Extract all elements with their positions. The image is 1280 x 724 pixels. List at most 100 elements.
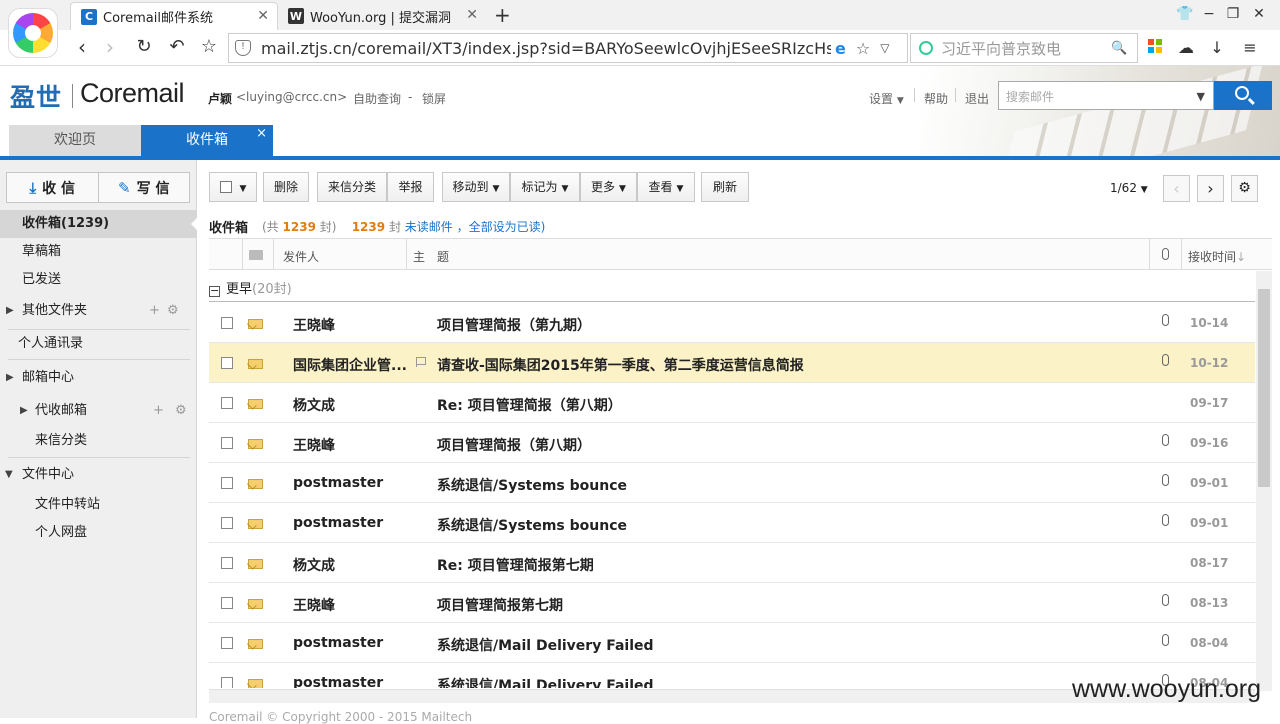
undo-icon[interactable]: ↶ [165,36,189,60]
more-button[interactable]: 更多 ▼ [580,172,637,202]
favorite-star-icon[interactable]: ☆ [197,36,221,60]
sidebar-item-mailbox-center[interactable]: ▶ 邮箱中心 [0,364,197,392]
report-button[interactable]: 举报 [387,172,434,202]
delete-button[interactable]: 删除 [263,172,309,202]
refresh-button[interactable]: 刷新 [701,172,749,202]
mark-all-read-link[interactable]: ，全部设为已读) [457,220,546,234]
expand-icon[interactable]: ▶ [20,397,28,425]
mail-search-input[interactable]: 搜索邮件 ▼ [998,81,1214,110]
tab-welcome[interactable]: 欢迎页 [9,125,141,156]
add-icon[interactable]: + [153,397,164,425]
flag-icon[interactable] [416,357,426,367]
back-icon[interactable]: ‹ [70,36,94,60]
close-window-icon[interactable]: ✕ [1248,4,1270,24]
collapse-icon[interactable]: − [209,285,220,297]
mark-as-button[interactable]: 标记为 ▼ [510,172,580,202]
self-query-link[interactable]: 自助查询 [353,90,401,107]
scrollbar-thumb[interactable] [1258,289,1270,487]
mail-row[interactable]: 杨文成 Re: 项目管理简报（第八期） 09-17 [209,383,1255,423]
close-tab-icon[interactable]: ✕ [257,8,269,24]
close-icon[interactable]: × [256,118,267,149]
sidebar-item-drafts[interactable]: 草稿箱 [0,238,197,266]
chevron-down-icon[interactable]: ▽ [880,41,889,55]
column-subject[interactable]: 主 题 [413,248,449,265]
sidebar-item-netdisk[interactable]: 个人网盘 [0,519,197,547]
checkbox[interactable] [221,397,233,409]
cloud-icon[interactable]: ☁ [1176,38,1196,58]
ie-engine-icon[interactable]: e [835,39,846,58]
paperclip-icon[interactable] [1162,248,1169,263]
next-page-button[interactable]: › [1197,175,1224,202]
mail-subject[interactable]: 系统退信/Systems bounce [437,515,627,535]
sidebar-item-other-folders[interactable]: ▶ 其他文件夹 + ⚙ [0,297,197,325]
mail-row[interactable]: postmaster 系统退信/Systems bounce 09-01 [209,463,1255,503]
mail-row[interactable]: 王晓峰 项目管理简报（第八期） 09-16 [209,423,1255,463]
select-all-dropdown[interactable]: ▼ [209,172,257,202]
mail-subject[interactable]: Re: 项目管理简报第七期 [437,555,594,575]
checkbox[interactable] [221,597,233,609]
settings-link[interactable]: 设置 ▼ [869,90,904,107]
mail-subject[interactable]: 系统退信/Mail Delivery Failed [437,675,654,688]
mail-row[interactable]: 王晓峰 项目管理简报第七期 08-13 [209,583,1255,623]
column-sender[interactable]: 发件人 [283,248,319,265]
sidebar-item-file-transfer[interactable]: 文件中转站 [0,491,197,519]
sidebar-item-classify[interactable]: 来信分类 [0,427,197,455]
mail-subject[interactable]: 项目管理简报（第九期） [437,315,591,335]
gear-icon[interactable]: ⚙ [175,397,187,425]
close-tab-icon[interactable]: ✕ [466,7,478,23]
checkbox[interactable] [221,517,233,529]
checkbox[interactable] [221,677,233,688]
lock-screen-link[interactable]: 锁屏 [422,90,446,107]
checkbox[interactable] [221,557,233,569]
mail-row[interactable]: postmaster 系统退信/Mail Delivery Failed 08-04 [209,623,1255,663]
mail-subject[interactable]: 请查收-国际集团2015年第一季度、第二季度运营信息简报 [437,355,804,375]
sidebar-item-contacts[interactable]: 个人通讯录 [0,330,197,358]
download-icon[interactable]: ↓ [1207,38,1227,58]
column-received[interactable]: 接收时间↓ [1188,248,1246,265]
gear-icon[interactable]: ⚙ [1231,175,1258,202]
mail-row[interactable]: 国际集团企业管... 请查收-国际集团2015年第一季度、第二季度运营信息简报 10… [209,343,1255,383]
search-icon[interactable]: 🔍 [1111,41,1127,56]
mail-subject[interactable]: 系统退信/Systems bounce [437,475,627,495]
expand-icon[interactable]: ▶ [6,364,14,392]
reload-icon[interactable]: ↻ [132,36,156,60]
sidebar-item-sent[interactable]: 已发送 [0,266,197,294]
add-icon[interactable]: + [149,297,160,325]
gear-icon[interactable]: ⚙ [167,297,179,325]
new-tab-icon[interactable]: + [494,3,511,27]
group-earlier[interactable]: − 更早(20封) [209,278,292,297]
receive-button[interactable]: ⤓ 收 信 [7,173,98,202]
browser-logo-icon[interactable] [8,8,58,58]
sidebar-item-inbox[interactable]: 收件箱(1239) [0,210,198,238]
mail-search-button[interactable] [1214,81,1272,110]
mail-subject[interactable]: Re: 项目管理简报（第八期） [437,395,622,415]
apps-grid-icon[interactable] [1145,38,1165,58]
bookmark-star-icon[interactable]: ☆ [856,39,870,58]
checkbox[interactable] [221,437,233,449]
tab-inbox[interactable]: 收件箱 × [141,125,273,156]
mail-row[interactable]: 杨文成 Re: 项目管理简报第七期 08-17 [209,543,1255,583]
checkbox[interactable] [221,477,233,489]
view-button[interactable]: 查看 ▼ [637,172,695,202]
checkbox[interactable] [221,357,233,369]
browser-tab-coremail[interactable]: C Coremail邮件系统 ✕ [70,2,278,30]
minimize-icon[interactable]: − [1198,4,1220,24]
checkbox[interactable] [219,181,232,193]
logout-link[interactable]: 退出 [965,90,989,107]
sidebar-item-file-center[interactable]: ▼ 文件中心 [0,461,197,489]
unread-link[interactable]: 未读邮件 [405,220,453,234]
expand-icon[interactable]: ▶ [6,297,14,325]
checkbox[interactable] [221,317,233,329]
collapse-icon[interactable]: ▼ [5,461,13,489]
menu-icon[interactable]: ≡ [1240,38,1260,58]
move-to-button[interactable]: 移动到 ▼ [442,172,510,202]
mail-subject[interactable]: 项目管理简报（第八期） [437,435,591,455]
browser-tab-wooyun[interactable]: W WooYun.org | 提交漏洞 ✕ [278,2,486,30]
compose-button[interactable]: ✎ 写 信 [97,173,190,202]
mail-row[interactable]: 王晓峰 项目管理简报（第九期） 10-14 [209,303,1255,343]
forward-icon[interactable]: › [98,36,122,60]
browser-search-box[interactable]: 习近平向普京致电 🔍 [910,33,1138,63]
checkbox[interactable] [221,637,233,649]
tshirt-icon[interactable]: 👕 [1174,4,1196,24]
maximize-icon[interactable]: ❐ [1222,4,1244,24]
